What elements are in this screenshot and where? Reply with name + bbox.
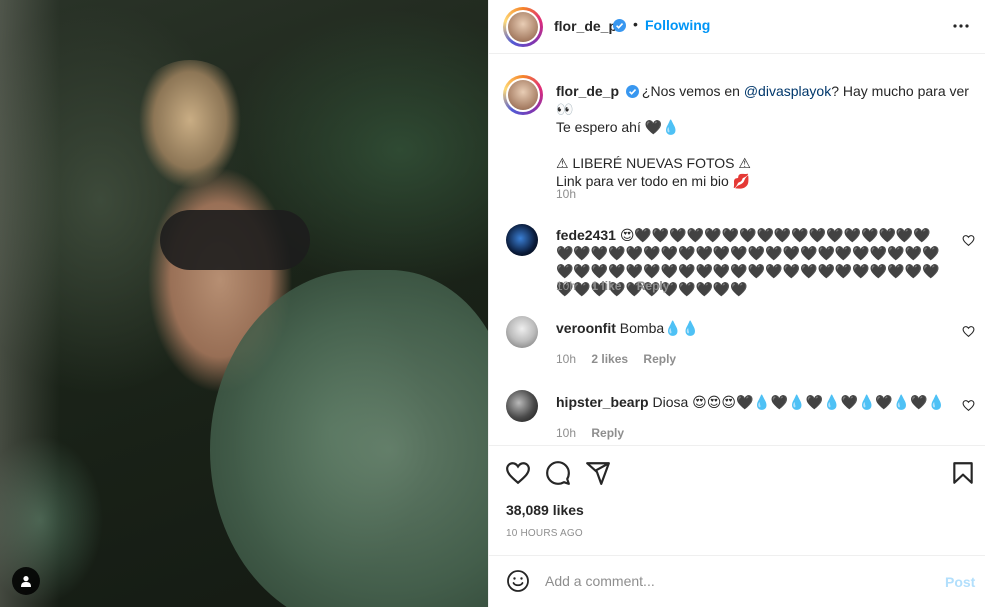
smiley-icon[interactable] (506, 569, 530, 593)
caption-mention-link[interactable]: @divasplayok (744, 83, 831, 99)
comment-time[interactable]: 10h (556, 352, 576, 366)
comment-likes[interactable]: 2 likes (591, 352, 628, 366)
user-tag-icon[interactable] (12, 567, 40, 595)
comment-likes[interactable]: 1 like (591, 279, 621, 293)
heart-icon[interactable] (505, 460, 531, 486)
verified-badge-icon (625, 85, 639, 98)
reply-button[interactable]: Reply (637, 279, 670, 293)
comment-body: Bomba💧💧 (619, 320, 700, 336)
more-options-icon[interactable] (949, 14, 973, 38)
comment-time[interactable]: 10h (556, 426, 576, 440)
comment-input[interactable] (545, 573, 925, 589)
commenter-username[interactable]: hipster_bearp (556, 394, 649, 410)
caption-line-2: Te espero ahí 🖤💧 (556, 119, 680, 135)
comment-like-icon[interactable] (962, 399, 975, 412)
post-actions: 38,089 likes 10 HOURS AGO (489, 445, 985, 555)
caption-avatar[interactable] (503, 75, 543, 115)
caption-text: flor_de_p ¿Nos vemos en @divasplayok? Ha… (556, 82, 976, 190)
commenter-avatar[interactable] (506, 316, 538, 348)
commenter-username[interactable]: fede2431 (556, 227, 616, 243)
comment-text: veroonfit Bomba💧💧 (556, 319, 946, 337)
comment-bubble-icon[interactable] (545, 460, 571, 486)
add-comment-bar: Post (489, 555, 985, 607)
photo-subject-top (160, 210, 310, 270)
post-header: flor_de_p • Following (489, 0, 985, 54)
comment-meta: 10h Reply (556, 426, 636, 440)
commenter-avatar[interactable] (506, 390, 538, 422)
reply-button[interactable]: Reply (591, 426, 624, 440)
author-avatar[interactable] (503, 7, 543, 47)
post-panel: flor_de_p • Following flor_de_p ¿Nos vem… (488, 0, 985, 607)
comment-time[interactable]: 10h (556, 279, 576, 293)
following-button[interactable]: Following (645, 17, 710, 33)
photo-subject-hair (130, 60, 250, 210)
post-comment-button[interactable]: Post (945, 574, 975, 590)
comment-text: hipster_bearp Diosa 😍😍😍🖤💧🖤💧🖤💧🖤💧🖤💧🖤💧 (556, 393, 946, 411)
header-separator: • (633, 16, 638, 32)
post-timestamp[interactable]: 10 HOURS AGO (506, 528, 583, 539)
comment-like-icon[interactable] (962, 325, 975, 338)
caption-timestamp[interactable]: 10h (556, 187, 576, 201)
comment-meta: 10h 1 like Reply (556, 279, 681, 293)
author-username[interactable]: flor_de_p (554, 18, 617, 34)
comment-like-icon[interactable] (962, 234, 975, 247)
caption-text-before: ¿Nos vemos en (641, 83, 744, 99)
paper-plane-icon[interactable] (585, 460, 611, 486)
foliage-decoration (0, 0, 60, 607)
post-photo[interactable] (0, 0, 488, 607)
comment-meta: 10h 2 likes Reply (556, 352, 688, 366)
comment-body: Diosa 😍😍😍🖤💧🖤💧🖤💧🖤💧🖤💧🖤💧 (652, 394, 946, 410)
commenter-avatar[interactable] (506, 224, 538, 256)
likes-count[interactable]: 38,089 likes (506, 502, 584, 518)
caption-line-4: Link para ver todo en mi bio 💋 (556, 173, 751, 189)
bookmark-icon[interactable] (950, 460, 976, 486)
caption-line-3: ⚠ LIBERÉ NUEVAS FOTOS ⚠ (556, 155, 751, 171)
verified-badge-icon (613, 19, 626, 32)
commenter-username[interactable]: veroonfit (556, 320, 616, 336)
reply-button[interactable]: Reply (643, 352, 676, 366)
caption-username[interactable]: flor_de_p (556, 83, 619, 99)
